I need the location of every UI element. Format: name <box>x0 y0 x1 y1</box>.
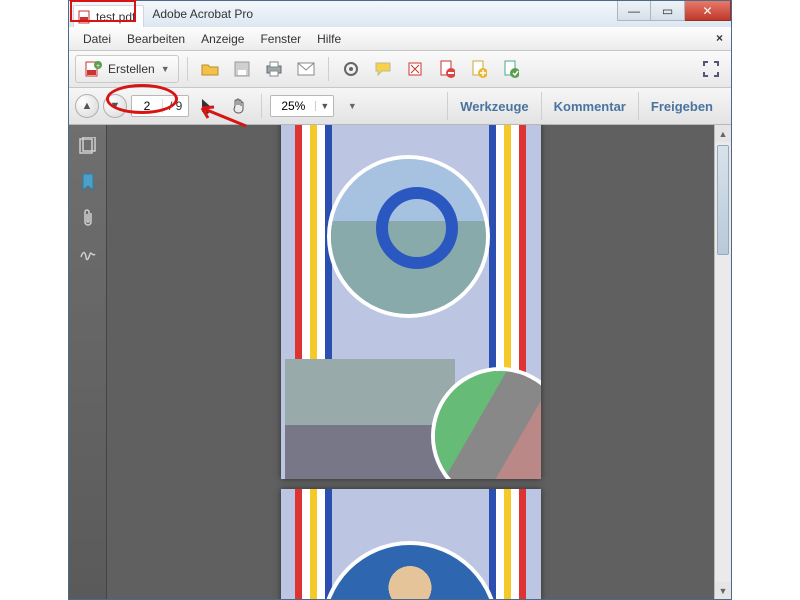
zoom-box: 25% ▼ <box>270 95 334 117</box>
content-area: ▲ ▼ <box>69 125 731 599</box>
create-pdf-icon: + <box>84 60 102 78</box>
close-button[interactable]: ✕ <box>685 1 731 21</box>
menubar: Datei Bearbeiten Anzeige Fenster Hilfe × <box>69 27 731 51</box>
next-page-button[interactable]: ▼ <box>103 94 127 118</box>
menubar-close-button[interactable]: × <box>716 31 723 45</box>
acrobat-window: test.pdf Adobe Acrobat Pro — ▭ ✕ Datei B… <box>68 0 732 600</box>
insert-page-button[interactable] <box>465 56 493 82</box>
create-button[interactable]: + Erstellen ▼ <box>75 55 179 83</box>
mail-icon <box>297 62 315 76</box>
thumbnails-icon <box>79 137 97 155</box>
tools-panel-button[interactable]: Werkzeuge <box>447 92 540 120</box>
bookmarks-tab[interactable] <box>77 171 99 193</box>
menu-fenster[interactable]: Fenster <box>252 29 309 49</box>
toolbar-navigation: ▲ ▼ / 9 25% ▼ ▼ Werkzeuge Kommentar Frei… <box>69 88 731 125</box>
mail-button[interactable] <box>292 56 320 82</box>
app-title: Adobe Acrobat Pro <box>152 7 253 21</box>
speech-bubble-icon <box>375 61 391 77</box>
gear-icon <box>343 61 359 77</box>
save-button[interactable] <box>228 56 256 82</box>
select-tool-button[interactable] <box>193 93 221 119</box>
arrow-down-icon: ▼ <box>110 100 121 112</box>
page-total-label: / 9 <box>162 99 188 113</box>
open-icon <box>201 61 219 77</box>
stamp-icon <box>407 61 423 77</box>
open-button[interactable] <box>196 56 224 82</box>
document-tab-label: test.pdf <box>96 10 135 24</box>
scroll-thumb[interactable] <box>717 145 729 255</box>
hand-icon <box>231 98 247 114</box>
page-delete-icon <box>439 60 455 78</box>
titlebar: test.pdf Adobe Acrobat Pro — ▭ ✕ <box>69 1 731 27</box>
cursor-icon <box>200 98 214 114</box>
paperclip-icon <box>81 209 95 227</box>
extract-button[interactable] <box>497 56 525 82</box>
page-thumbnails <box>281 125 541 599</box>
fullscreen-button[interactable] <box>697 56 725 82</box>
navigation-pane <box>69 125 107 599</box>
save-icon <box>234 61 250 77</box>
toolbar-main: + Erstellen ▼ <box>69 51 731 88</box>
zoom-menu-button[interactable]: ▼ <box>338 93 366 119</box>
thumbnails-tab[interactable] <box>77 135 99 157</box>
page-add-icon <box>471 60 487 78</box>
chevron-down-icon: ▼ <box>161 64 170 74</box>
signature-icon <box>79 247 97 261</box>
minimize-button[interactable]: — <box>617 1 651 21</box>
maximize-button[interactable]: ▭ <box>651 1 685 21</box>
menu-datei[interactable]: Datei <box>75 29 119 49</box>
page-image <box>325 545 495 599</box>
comment-panel-button[interactable]: Kommentar <box>541 92 638 120</box>
zoom-value[interactable]: 25% <box>271 99 315 113</box>
page-image <box>331 159 486 314</box>
page-image <box>285 359 455 479</box>
menu-hilfe[interactable]: Hilfe <box>309 29 349 49</box>
delete-page-button[interactable] <box>433 56 461 82</box>
scroll-up-button[interactable]: ▲ <box>715 125 731 142</box>
pdf-page <box>281 125 541 479</box>
page-extract-icon <box>503 60 519 78</box>
stamp-button[interactable] <box>401 56 429 82</box>
chevron-down-icon: ▼ <box>348 101 357 111</box>
window-controls: — ▭ ✕ <box>617 1 731 21</box>
chevron-down-icon: ▼ <box>320 101 329 111</box>
panel-buttons: Werkzeuge Kommentar Freigeben <box>447 92 725 120</box>
page-number-input[interactable] <box>132 99 162 113</box>
arrow-up-icon: ▲ <box>82 100 93 112</box>
menu-bearbeiten[interactable]: Bearbeiten <box>119 29 193 49</box>
scroll-down-button[interactable]: ▼ <box>715 582 731 599</box>
bookmark-icon <box>81 173 95 191</box>
page-number-box: / 9 <box>131 95 189 117</box>
document-tab[interactable]: test.pdf <box>73 5 144 27</box>
prev-page-button[interactable]: ▲ <box>75 94 99 118</box>
separator <box>261 94 262 118</box>
settings-button[interactable] <box>337 56 365 82</box>
signatures-tab[interactable] <box>77 243 99 265</box>
pdf-icon <box>78 10 92 24</box>
separator <box>187 57 188 81</box>
document-view[interactable] <box>107 125 714 599</box>
hand-tool-button[interactable] <box>225 93 253 119</box>
print-button[interactable] <box>260 56 288 82</box>
svg-text:+: + <box>96 63 100 70</box>
vertical-scrollbar[interactable]: ▲ ▼ <box>714 125 731 599</box>
print-icon <box>265 61 283 77</box>
pdf-page <box>281 489 541 599</box>
fullscreen-icon <box>703 61 719 77</box>
create-button-label: Erstellen <box>108 62 155 76</box>
share-panel-button[interactable]: Freigeben <box>638 92 725 120</box>
zoom-dropdown-button[interactable]: ▼ <box>315 101 333 111</box>
menu-anzeige[interactable]: Anzeige <box>193 29 252 49</box>
comment-tool-button[interactable] <box>369 56 397 82</box>
separator <box>328 57 329 81</box>
attachments-tab[interactable] <box>77 207 99 229</box>
